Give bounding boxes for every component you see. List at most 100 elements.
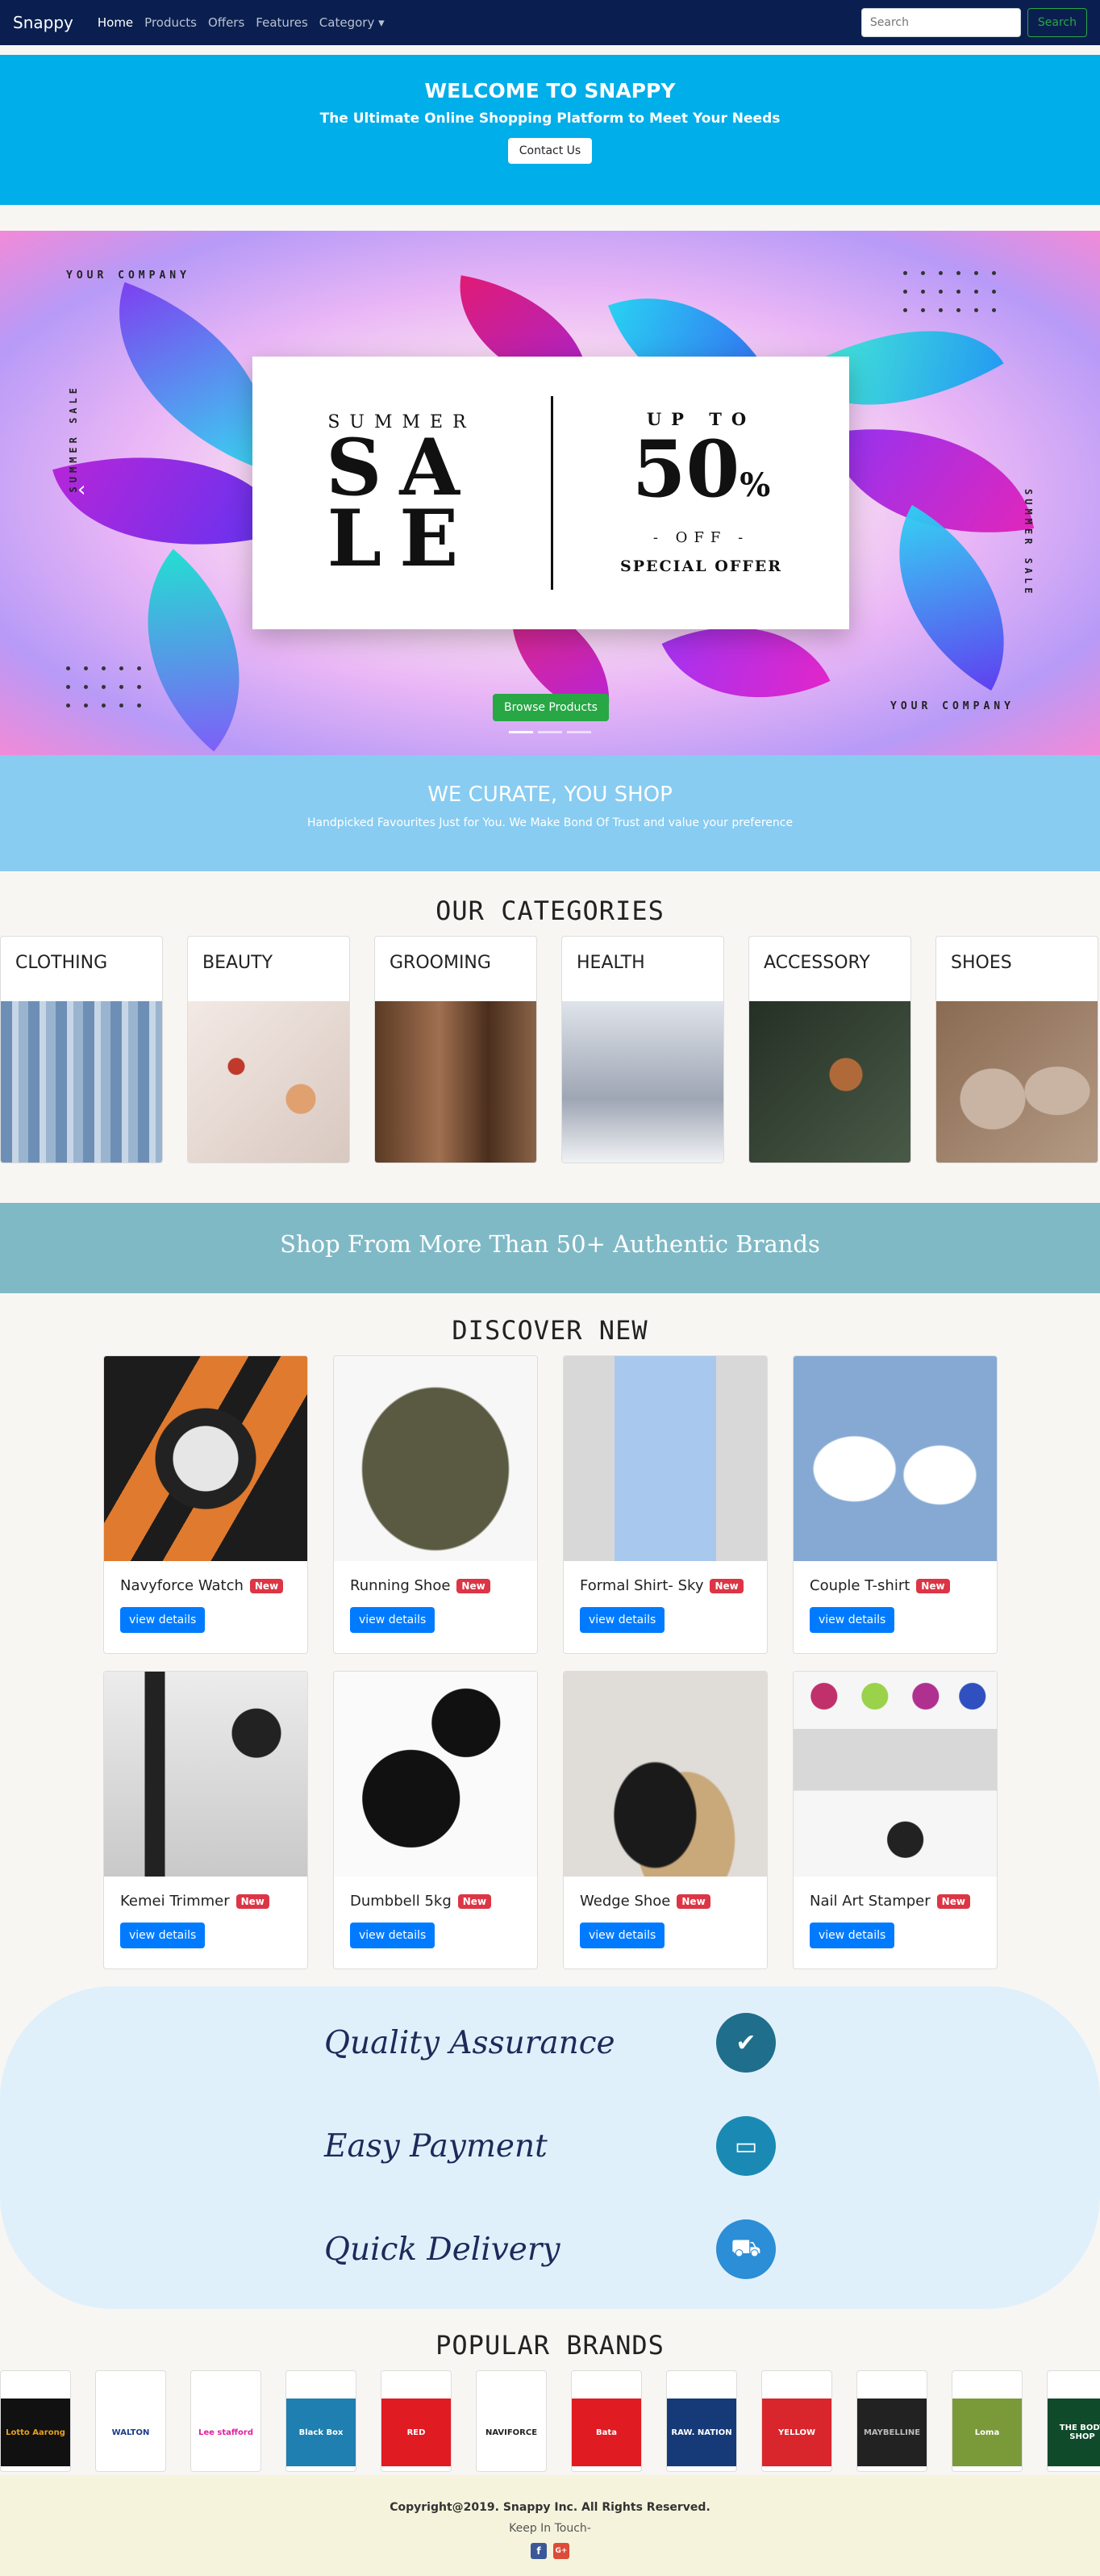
brand-card[interactable]: Lotto Aarong — [0, 2370, 71, 2472]
brand-card[interactable]: THE BODY SHOP — [1047, 2370, 1100, 2472]
new-badge: New — [249, 1578, 284, 1593]
product-card: Running Shoe New view details — [333, 1355, 538, 1654]
feature-quality: Quality Assurance ✔ — [324, 2010, 776, 2075]
product-name: Dumbbell 5kg — [350, 1893, 452, 1910]
sale-special-offer: SPECIAL OFFER — [619, 557, 783, 575]
product-name-row: Wedge Shoe New — [580, 1893, 751, 1910]
search-input[interactable] — [860, 8, 1021, 37]
view-details-button[interactable]: view details — [580, 1923, 665, 1948]
category-label: GROOMING — [390, 953, 491, 973]
product-image-nail-art — [794, 1672, 997, 1877]
brand-card[interactable]: RED — [381, 2370, 452, 2472]
curate-subtitle: Handpicked Favourites Just for You. We M… — [306, 816, 794, 829]
brand-logo-bata: Bata — [572, 2399, 641, 2466]
search-button[interactable]: Search — [1027, 8, 1087, 37]
product-image-trimmer — [104, 1672, 307, 1877]
product-card: Kemei Trimmer New view details — [103, 1671, 308, 1969]
view-details-button[interactable]: view details — [120, 1923, 206, 1948]
nav-products[interactable]: Products — [144, 15, 197, 30]
brand-card[interactable]: YELLOW — [761, 2370, 832, 2472]
sale-percent-sign: % — [740, 466, 771, 504]
category-label: ACCESSORY — [764, 953, 870, 973]
contact-us-button[interactable]: Contact Us — [507, 138, 593, 164]
brand-card[interactable]: NAVIFORCE — [476, 2370, 547, 2472]
category-image — [1, 1001, 162, 1163]
discover-heading: DISCOVER NEW — [452, 1315, 648, 1346]
welcome-subtitle: The Ultimate Online Shopping Platform to… — [319, 111, 781, 127]
facebook-icon[interactable]: f — [531, 2543, 547, 2559]
nav-home[interactable]: Home — [98, 15, 133, 30]
brand-logo-lotto: Lotto Aarong — [1, 2399, 70, 2466]
product-card: Nail Art Stamper New view details — [793, 1671, 998, 1969]
curate-title: WE CURATE, YOU SHOP — [427, 783, 673, 807]
brand-card[interactable]: RAW. NATION — [666, 2370, 737, 2472]
carousel-indicator[interactable] — [538, 731, 562, 733]
sale-card: SUMMER SA LE UP TO 50% - OFF - SPECIAL O… — [252, 357, 849, 629]
dot-pattern — [66, 666, 155, 708]
product-card: Formal Shirt- Sky New view details — [563, 1355, 768, 1654]
category-card-beauty[interactable]: BEAUTY — [187, 936, 350, 1163]
brand-card[interactable]: Bata — [571, 2370, 642, 2472]
product-body: Dumbbell 5kg New view details — [334, 1877, 537, 1964]
carousel-prev-icon[interactable]: ‹ — [77, 478, 85, 502]
brand-logo-red: RED — [381, 2399, 451, 2466]
product-name: Nail Art Stamper — [810, 1893, 931, 1910]
dot-pattern — [903, 271, 1010, 312]
product-name: Kemei Trimmer — [120, 1893, 230, 1910]
welcome-title: WELCOME TO SNAPPY — [424, 79, 676, 102]
brand-logo-yellow: YELLOW — [762, 2399, 831, 2466]
badge-check-icon: ✔ — [716, 2013, 776, 2073]
product-name: Wedge Shoe — [580, 1893, 671, 1910]
footer-copyright: Copyright@2019. Snappy Inc. All Rights R… — [390, 2501, 710, 2514]
brands-banner: Shop From More Than 50+ Authentic Brands — [0, 1203, 1100, 1293]
product-card: Navyforce Watch New view details — [103, 1355, 308, 1654]
categories-heading: OUR CATEGORIES — [435, 896, 665, 926]
product-card: Couple T-shirt New view details — [793, 1355, 998, 1654]
category-card-grooming[interactable]: GROOMING — [374, 936, 537, 1163]
hero-summer-sale-left: SUMMER SALE — [68, 384, 79, 493]
sale-left: SUMMER SA LE — [252, 412, 551, 584]
feature-label: Quick Delivery — [324, 2231, 560, 2268]
nav-offers[interactable]: Offers — [208, 15, 244, 30]
view-details-button[interactable]: view details — [580, 1607, 665, 1633]
brand-card[interactable]: Black Box — [285, 2370, 356, 2472]
brand-logo-lee-stafford: Lee stafford — [191, 2399, 260, 2466]
carousel-indicators — [509, 731, 591, 733]
view-details-button[interactable]: view details — [120, 1607, 206, 1633]
brand-logo[interactable]: Snappy — [13, 13, 73, 32]
brand-card[interactable]: MAYBELLINE — [856, 2370, 927, 2472]
category-card-health[interactable]: HEALTH — [561, 936, 724, 1163]
brand-card[interactable]: Lee stafford — [190, 2370, 261, 2472]
browse-products-button[interactable]: Browse Products — [493, 694, 609, 721]
leaf-decoration — [851, 505, 1052, 691]
sale-right: UP TO 50% - OFF - SPECIAL OFFER — [551, 396, 849, 590]
carousel-indicator[interactable] — [567, 731, 591, 733]
welcome-banner: WELCOME TO SNAPPY The Ultimate Online Sh… — [0, 55, 1100, 205]
product-body: Formal Shirt- Sky New view details — [564, 1561, 767, 1649]
product-name-row: Dumbbell 5kg New — [350, 1893, 521, 1910]
view-details-button[interactable]: view details — [810, 1923, 895, 1948]
hero-carousel: YOUR COMPANY YOUR COMPANY SUMMER SALE SU… — [0, 231, 1100, 755]
curate-banner: WE CURATE, YOU SHOP Handpicked Favourite… — [0, 755, 1100, 871]
category-card-accessory[interactable]: ACCESSORY — [748, 936, 911, 1163]
view-details-button[interactable]: view details — [350, 1607, 435, 1633]
brand-card[interactable]: WALTON — [95, 2370, 166, 2472]
footer: Copyright@2019. Snappy Inc. All Rights R… — [0, 2475, 1100, 2576]
view-details-button[interactable]: view details — [350, 1923, 435, 1948]
category-card-clothing[interactable]: CLOTHING — [0, 936, 163, 1163]
brand-logo-blackbox: Black Box — [286, 2399, 356, 2466]
nav-category-dropdown[interactable]: Category ▾ — [319, 15, 385, 30]
category-image — [375, 1001, 536, 1163]
sale-big-line2: LE — [327, 492, 477, 584]
category-card-shoes[interactable]: SHOES — [935, 936, 1098, 1163]
feature-label: Easy Payment — [324, 2127, 548, 2165]
brand-card[interactable]: Loma — [952, 2370, 1023, 2472]
new-badge: New — [677, 1893, 710, 1909]
brand-logo-loma: Loma — [952, 2399, 1022, 2466]
view-details-button[interactable]: view details — [810, 1607, 895, 1633]
nav-features[interactable]: Features — [256, 15, 308, 30]
google-plus-icon[interactable]: G+ — [553, 2543, 569, 2559]
features-section: Quality Assurance ✔ Easy Payment ▭ Quick… — [0, 1986, 1100, 2309]
carousel-indicator[interactable] — [509, 731, 533, 733]
new-badge: New — [916, 1578, 950, 1593]
